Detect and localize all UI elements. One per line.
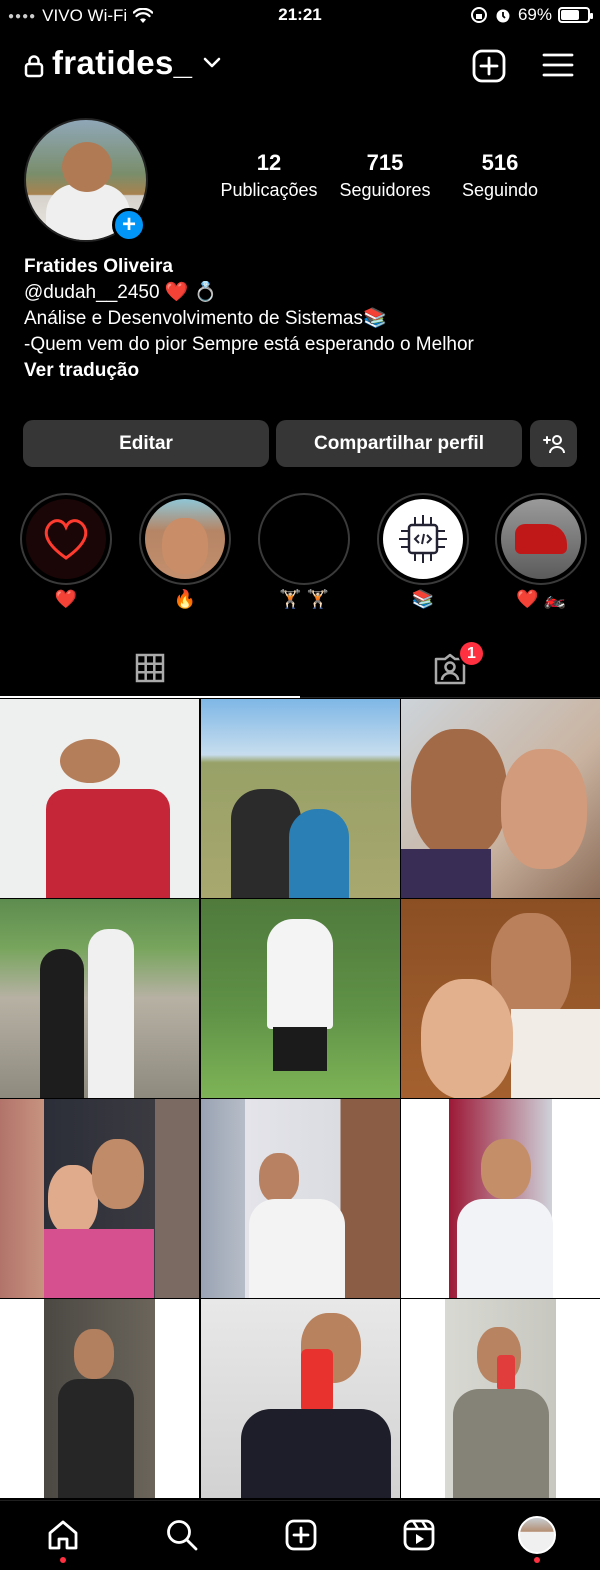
nav-create[interactable] <box>281 1515 321 1555</box>
nav-reels[interactable] <box>399 1515 439 1555</box>
battery-fill <box>561 10 579 20</box>
share-profile-button[interactable]: Compartilhar perfil <box>276 420 522 467</box>
story-highlight[interactable]: ❤️ 🏍️ <box>495 493 587 610</box>
edit-profile-button[interactable]: Editar <box>23 420 269 467</box>
nav-search[interactable] <box>162 1515 202 1555</box>
post-thumbnail[interactable] <box>201 1099 400 1298</box>
profile-actions: Editar Compartilhar perfil <box>23 420 577 467</box>
rotation-lock-icon <box>470 7 487 23</box>
post-thumbnail[interactable] <box>0 699 199 898</box>
tagged-notification-badge: 1 <box>458 640 485 667</box>
reels-icon <box>403 1519 435 1551</box>
create-post-icon <box>285 1519 317 1551</box>
battery-icon <box>558 7 593 23</box>
chevron-down-icon[interactable] <box>202 56 222 70</box>
alarm-icon <box>496 9 510 23</box>
post-thumbnail[interactable] <box>401 1299 600 1498</box>
username-title[interactable]: fratides_ <box>52 44 192 82</box>
selfie-photo <box>145 499 225 579</box>
nav-home[interactable] <box>43 1515 83 1555</box>
stat-following-value: 516 <box>481 150 519 175</box>
face-shape <box>162 518 208 574</box>
bio-line: -Quem vem do pior Sempre está esperando … <box>24 334 474 355</box>
highlight-label: 📚 <box>411 589 435 609</box>
highlight-label: 🏋🏻 🏋🏻 <box>279 589 329 609</box>
bottom-navigation <box>0 1500 600 1570</box>
heart-icon <box>26 499 106 579</box>
see-translation-link[interactable]: Ver tradução <box>24 358 584 384</box>
post-thumbnail[interactable] <box>401 1099 600 1298</box>
profile-tabs <box>0 640 600 698</box>
status-right: 69% <box>470 5 593 25</box>
stat-following[interactable]: 516 Seguindo <box>450 150 550 201</box>
avatar-photo-face <box>62 142 112 192</box>
search-icon <box>167 1520 198 1551</box>
stat-posts-value: 12 <box>256 150 282 175</box>
nav-profile[interactable] <box>517 1515 557 1555</box>
home-icon <box>48 1520 78 1550</box>
add-story-button[interactable]: + <box>112 208 146 242</box>
highlight-label: 🔥 <box>173 589 197 609</box>
chip-code-icon <box>383 499 463 579</box>
lock-icon <box>24 55 44 78</box>
tab-tagged[interactable] <box>300 640 600 698</box>
motorcycle-photo <box>501 499 581 579</box>
tab-posts-grid[interactable] <box>0 640 300 698</box>
post-thumbnail[interactable] <box>201 899 400 1098</box>
post-thumbnail[interactable] <box>0 899 199 1098</box>
highlight-ring <box>495 493 587 585</box>
add-person-icon <box>542 434 565 453</box>
highlight-ring <box>258 493 350 585</box>
post-thumbnail[interactable] <box>201 1299 400 1498</box>
post-thumbnail[interactable] <box>0 1099 199 1298</box>
post-thumbnail[interactable] <box>401 699 600 898</box>
stat-followers-label: Seguidores <box>339 180 431 200</box>
highlight-ring <box>139 493 231 585</box>
profile-header: fratides_ <box>0 40 600 92</box>
posts-grid <box>0 699 600 1499</box>
battery-percent: 69% <box>517 5 552 24</box>
stat-posts-label: Publicações <box>220 180 318 200</box>
nav-home-indicator <box>60 1557 66 1563</box>
post-thumbnail[interactable] <box>201 699 400 898</box>
profile-name: Fratides Oliveira <box>24 256 173 277</box>
create-post-button[interactable] <box>472 49 506 83</box>
stat-posts[interactable]: 12 Publicações <box>215 150 323 201</box>
post-thumbnail[interactable] <box>0 1299 199 1498</box>
highlight-ring <box>20 493 112 585</box>
discover-people-button[interactable] <box>530 420 577 467</box>
stat-following-label: Seguindo <box>461 180 539 200</box>
highlight-label: ❤️ 🏍️ <box>516 589 566 609</box>
black-circle <box>264 499 344 579</box>
profile-avatar-small <box>518 1516 556 1554</box>
story-highlight[interactable]: 🏋🏻 🏋🏻 <box>258 493 350 610</box>
story-highlight[interactable]: 🔥 <box>139 493 231 610</box>
profile-bio: Fratides Oliveira @dudah__2450 ❤️ 💍 Anál… <box>24 254 584 384</box>
highlight-label: ❤️ <box>54 589 78 609</box>
stat-followers-value: 715 <box>366 150 404 175</box>
bio-line-mention[interactable]: @dudah__2450 ❤️ 💍 <box>24 280 584 306</box>
nav-profile-indicator <box>534 1557 540 1563</box>
bio-line: Análise e Desenvolvimento de Sistemas📚 <box>24 308 387 329</box>
grid-icon <box>135 653 165 683</box>
status-bar: ●●●● VIVO Wi-Fi 21:21 69% <box>0 0 600 32</box>
story-highlight[interactable]: ❤️ <box>20 493 112 610</box>
story-highlight[interactable]: 📚 <box>377 493 469 610</box>
post-thumbnail[interactable] <box>401 899 600 1098</box>
motorcycle-shape <box>515 524 567 554</box>
highlight-ring <box>377 493 469 585</box>
stat-followers[interactable]: 715 Seguidores <box>330 150 440 201</box>
menu-icon[interactable] <box>542 52 574 78</box>
